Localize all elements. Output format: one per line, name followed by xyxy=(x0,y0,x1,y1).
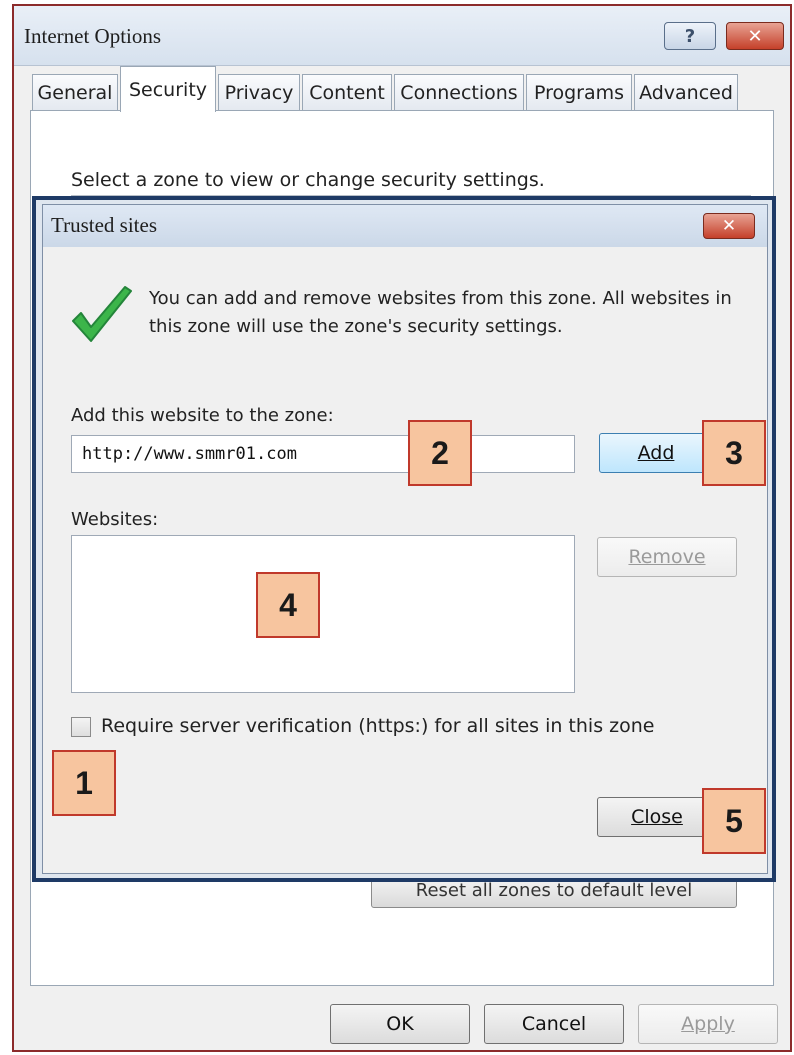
callout-5: 5 xyxy=(702,788,766,854)
remove-button-label: Remove xyxy=(628,546,706,568)
help-icon: ? xyxy=(684,25,696,47)
tab-general[interactable]: General xyxy=(32,74,118,110)
tab-privacy[interactable]: Privacy xyxy=(218,74,300,110)
zone-prompt: Select a zone to view or change security… xyxy=(71,169,545,191)
dialog-title: Trusted sites xyxy=(51,213,157,237)
title-bar: Internet Options ? ✕ xyxy=(14,6,790,66)
websites-list[interactable] xyxy=(71,535,575,693)
dialog-close-button[interactable]: ✕ xyxy=(703,213,755,239)
websites-label: Websites: xyxy=(71,509,159,530)
apply-label: Apply xyxy=(681,1013,735,1035)
callout-2: 2 xyxy=(408,420,472,486)
ok-button[interactable]: OK xyxy=(330,1004,470,1044)
close-icon: ✕ xyxy=(721,216,737,236)
tab-connections[interactable]: Connections xyxy=(394,74,524,110)
trusted-sites-dialog: Trusted sites ✕ You can add and remove w… xyxy=(42,204,768,874)
tab-content[interactable]: Content xyxy=(302,74,392,110)
website-url-input[interactable] xyxy=(71,435,575,473)
trusted-title-bar: Trusted sites ✕ xyxy=(43,205,767,247)
add-button-label: Add xyxy=(637,442,675,464)
window-close-button[interactable]: ✕ xyxy=(726,22,784,50)
close-button-label: Close xyxy=(631,806,683,828)
tab-advanced[interactable]: Advanced xyxy=(634,74,738,110)
info-text: You can add and remove websites from thi… xyxy=(149,288,732,337)
close-icon: ✕ xyxy=(747,25,763,47)
callout-3: 3 xyxy=(702,420,766,486)
add-button[interactable]: Add xyxy=(599,433,713,473)
tab-programs[interactable]: Programs xyxy=(526,74,632,110)
remove-button[interactable]: Remove xyxy=(597,537,737,577)
close-button[interactable]: Close xyxy=(597,797,717,837)
require-https-checkbox[interactable] xyxy=(71,717,91,737)
require-https-label[interactable]: Require server verification (https:) for… xyxy=(101,715,654,737)
help-button[interactable]: ? xyxy=(664,22,716,50)
cancel-button[interactable]: Cancel xyxy=(484,1004,624,1044)
callout-4: 4 xyxy=(256,572,320,638)
add-website-label: Add this website to the zone: xyxy=(71,405,334,426)
window-title: Internet Options xyxy=(24,24,162,48)
apply-button[interactable]: Apply xyxy=(638,1004,778,1044)
checkmark-icon xyxy=(72,286,132,342)
callout-1: 1 xyxy=(52,750,116,816)
tab-security[interactable]: Security xyxy=(120,66,216,112)
